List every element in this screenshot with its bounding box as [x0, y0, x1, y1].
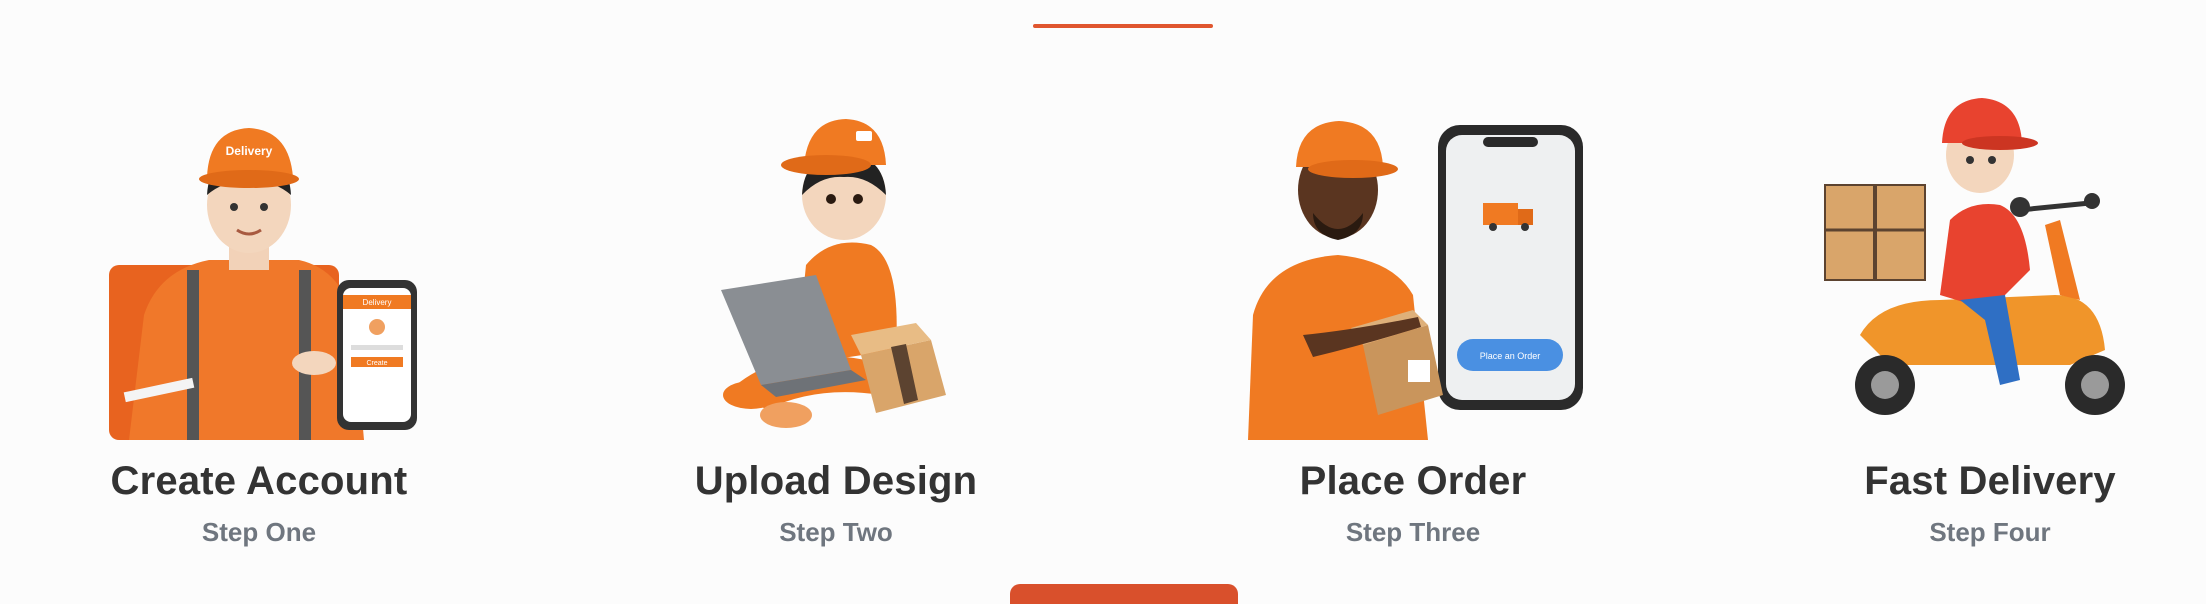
svg-text:Delivery: Delivery: [226, 144, 273, 158]
bottom-cta-edge[interactable]: [1010, 584, 1238, 604]
step-subtitle: Step Three: [1345, 517, 1481, 547]
svg-text:Delivery: Delivery: [363, 298, 392, 307]
steps-section: Delivery Delivery Create Create Account …: [0, 0, 2206, 590]
step-title: Fast Delivery: [1864, 459, 2116, 503]
step-title: Create Account: [110, 459, 408, 503]
svg-text:Place an Order: Place an Order: [1480, 351, 1541, 361]
step-title: Place Order: [1299, 459, 1527, 503]
step-title: Upload Design: [694, 459, 978, 503]
courier-scooter-illustration: [1824, 98, 2125, 415]
step-card-fast-delivery: Fast Delivery Step Four: [1780, 95, 2200, 555]
courier-signup-illustration: Delivery Delivery Create: [109, 128, 417, 440]
svg-text:Create: Create: [366, 360, 387, 367]
step-card-place-order: Place an Order Place Order Step Three: [1203, 95, 1623, 555]
step-card-create-account: Delivery Delivery Create Create Account …: [49, 95, 469, 555]
step-subtitle: Step One: [201, 517, 317, 547]
step-subtitle: Step Four: [1929, 517, 2051, 547]
courier-order-illustration: Place an Order: [1248, 121, 1583, 440]
courier-laptop-illustration: [721, 119, 946, 428]
step-card-upload-design: Upload Design Step Two: [626, 95, 1046, 555]
step-subtitle: Step Two: [779, 517, 893, 547]
